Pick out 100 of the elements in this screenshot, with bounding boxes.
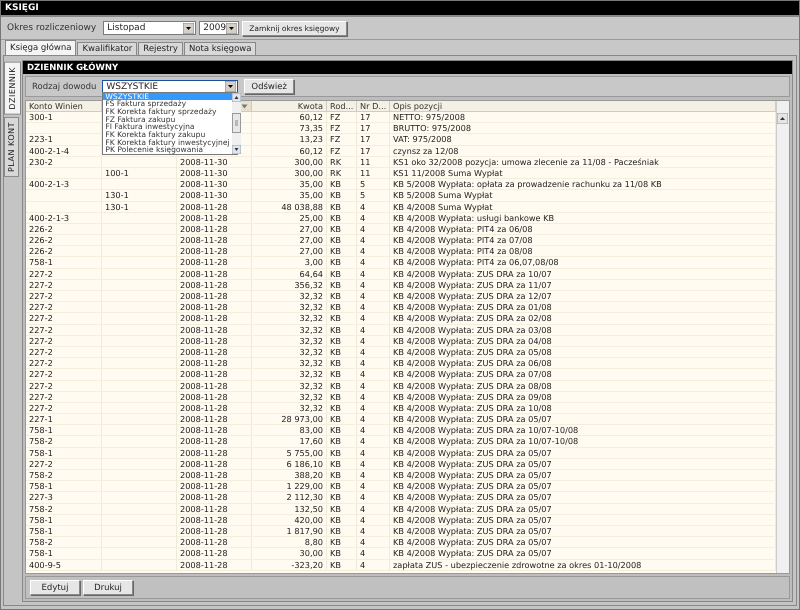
table-cell: 1 817,90	[286, 526, 323, 536]
side-tab[interactable]: DZIENNIK	[4, 62, 21, 115]
table-cell: 4	[360, 481, 366, 492]
table-cell: 32,32	[300, 291, 323, 302]
tab[interactable]: Kwalifikator	[77, 42, 138, 55]
table-cell: 230-2	[29, 156, 53, 167]
table-cell: KB	[330, 537, 341, 548]
table-cell: 17	[360, 146, 370, 156]
table-cell: KB 4/2008 Wypłata: ZUS DRA za 03/08	[393, 324, 552, 335]
table-cell: KB 4/2008 Wypłata: ZUS DRA za 11/07	[393, 280, 552, 290]
tab[interactable]: Nota księgowa	[184, 42, 256, 55]
table-cell: -323,20	[291, 560, 323, 570]
table-cell: 758-1	[29, 514, 53, 525]
table-cell: 4	[360, 548, 366, 559]
tab[interactable]: Rejestry	[138, 42, 183, 55]
table-cell: 2008-11-28	[180, 492, 228, 503]
table-cell: 227-2	[29, 324, 53, 335]
table-cell: KB	[330, 436, 341, 447]
table-cell: KB 4/2008 Wypłata: PIT4 za 06,07,08/08	[393, 257, 559, 268]
year-dropdown[interactable]: 2009	[199, 21, 240, 35]
table-cell: NETTO: 975/2008	[393, 112, 466, 122]
table-cell: KB	[330, 548, 341, 559]
table-cell: 2008-11-28	[180, 458, 228, 470]
table-cell: 300,00	[294, 168, 323, 178]
table-cell: 13,23	[300, 134, 323, 145]
table-cell: 2008-11-30	[180, 190, 228, 201]
table-cell: 11	[360, 168, 370, 178]
action-button[interactable]: Edytuj	[30, 580, 80, 595]
table-cell: 227-2	[29, 346, 53, 358]
table-cell: KB 4/2008 Wypłata: PIT4 za 08/08	[393, 246, 533, 256]
column-header[interactable]: Rod...	[327, 101, 357, 112]
table-cell: KB 4/2008 Wypłata: ZUS DRA za 02/08	[393, 313, 552, 324]
document-type-dropdown[interactable]: WSZYSTKIE	[102, 80, 238, 94]
table-cell: 64,64	[300, 268, 323, 279]
table-cell: 1 229,00	[286, 481, 323, 492]
table-cell: 2 112,30	[286, 492, 323, 503]
table-cell: 758-1	[29, 257, 53, 268]
table-cell: KB 5/2008 Wypłata: opłata za prowadzenie rachunku za 11/08 KB	[393, 179, 662, 190]
table-cell: 2008-11-28	[180, 414, 228, 424]
table-cell: 2008-11-28	[180, 369, 228, 380]
table-cell: 400-2-1-3	[29, 212, 70, 223]
table-cell: KB 4/2008 Wypłata: ZUS DRA za 05/08	[393, 346, 552, 358]
table-cell: 27,00	[300, 246, 323, 256]
month-dropdown[interactable]: Listopad	[103, 21, 196, 35]
table-cell: 83,00	[300, 425, 323, 436]
table-cell: KB	[330, 268, 341, 279]
table-cell: KB	[330, 202, 341, 212]
table-cell: 227-2	[29, 380, 53, 391]
table-cell: 17	[360, 123, 370, 134]
table-cell: 2008-11-30	[180, 179, 228, 190]
table-cell: KB 4/2008 Wypłata: usługi bankowe KB	[393, 212, 554, 223]
table-cell: KB	[330, 481, 341, 492]
tab[interactable]: Księga główna	[5, 40, 76, 55]
table-cell: 2008-11-28	[180, 224, 228, 234]
table-cell: 4	[360, 291, 366, 302]
table-cell: KB	[330, 526, 341, 536]
table-cell: 4	[360, 504, 366, 514]
table-cell: 2008-11-30	[180, 168, 228, 178]
table-cell: KB	[330, 336, 341, 346]
table-cell: 4	[360, 246, 366, 256]
table-cell: 2008-11-28	[180, 392, 228, 402]
table-cell: 226-2	[29, 224, 53, 234]
table-cell: VAT: 975/2008	[393, 134, 452, 145]
table-cell: 2008-11-28	[180, 302, 228, 312]
table-cell: 17,60	[300, 436, 323, 447]
column-header[interactable]: Nr D...	[357, 101, 390, 112]
table-cell: 2008-11-28	[180, 537, 228, 548]
side-tab[interactable]: PLAN KONT	[4, 116, 19, 177]
table-cell: 2008-11-30	[180, 156, 228, 167]
table-cell: 2008-11-28	[180, 425, 228, 436]
table-cell: 17	[360, 134, 370, 145]
table-cell: 100-1	[105, 168, 129, 178]
table-cell: 5	[360, 179, 366, 190]
table-cell: KB	[330, 504, 341, 514]
table-cell: 27,00	[300, 224, 323, 234]
table-cell: 4	[360, 324, 366, 335]
table-cell: 2008-11-28	[180, 504, 228, 514]
table-cell: 2008-11-28	[180, 268, 228, 279]
refresh-button[interactable]: Odśwież	[244, 79, 294, 94]
table-cell: KB	[330, 291, 341, 302]
table-cell: 8,80	[304, 537, 323, 548]
table-cell: 32,32	[300, 302, 323, 312]
table-cell: 4	[360, 492, 366, 503]
table-cell: 4	[360, 302, 366, 312]
column-header[interactable]: Kwota	[252, 101, 327, 112]
table-cell: 32,32	[300, 392, 323, 402]
table-cell: KB	[330, 392, 341, 402]
table-cell: KB	[330, 560, 341, 570]
table-cell: 32,32	[300, 336, 323, 346]
action-button[interactable]: Drukuj	[83, 580, 133, 595]
table-cell: FZ	[330, 146, 340, 156]
table-cell: KB 4/2008 Wypłata: ZUS DRA za 12/07	[393, 291, 552, 302]
table-cell: 32,32	[300, 324, 323, 335]
column-header[interactable]: Konto Winien	[26, 101, 102, 112]
table-cell: 356,32	[294, 280, 323, 290]
table-cell: 226-2	[29, 235, 53, 246]
table-cell: 32,32	[300, 380, 323, 391]
table-cell: 2008-11-28	[180, 202, 228, 212]
table-cell: 27,00	[300, 235, 323, 246]
table-cell: KB	[330, 235, 341, 246]
